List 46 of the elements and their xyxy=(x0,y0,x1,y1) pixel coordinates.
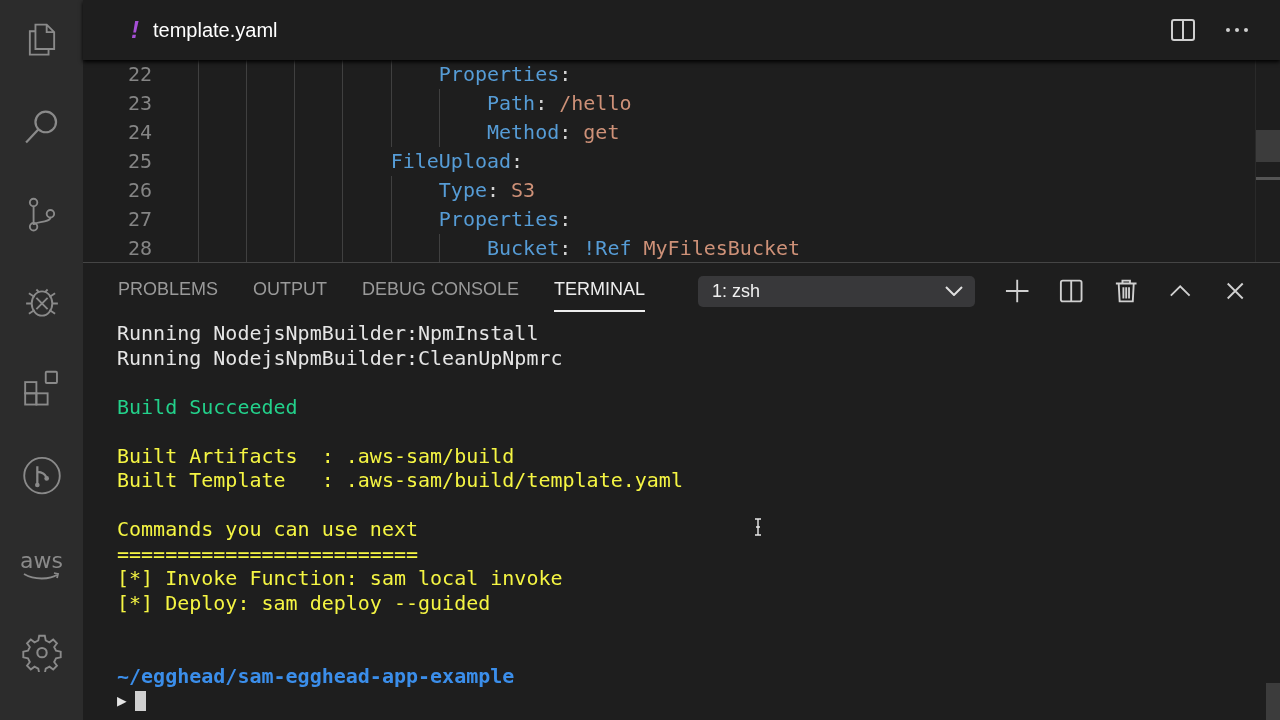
smile-arrow-icon xyxy=(21,571,62,580)
terminal-line: Running NodejsNpmBuilder:NpmInstall xyxy=(117,321,539,346)
terminal-line: Build Succeeded xyxy=(117,394,298,419)
split-editor-icon[interactable] xyxy=(1170,17,1196,43)
code-line: Path: /hello xyxy=(487,90,632,117)
terminal-cursor xyxy=(134,690,146,711)
terminal-line: Commands you can use next xyxy=(117,517,419,542)
panel-tab[interactable]: PROBLEMS xyxy=(118,270,219,312)
line-number: 25 xyxy=(126,148,152,175)
prompt-path: ~/egghead/sam-egghead-app-example xyxy=(117,664,515,689)
terminal-select[interactable]: 1: zsh xyxy=(698,275,975,307)
panel-tab[interactable]: TERMINAL xyxy=(554,270,646,312)
split-terminal-icon[interactable] xyxy=(1059,278,1084,304)
line-number: 26 xyxy=(126,177,152,204)
yaml-file-icon: ! xyxy=(131,16,139,44)
line-number: 28 xyxy=(126,235,152,262)
add-icon[interactable] xyxy=(1004,278,1030,304)
editor-tab[interactable]: template.yaml xyxy=(153,18,278,42)
text-cursor-icon xyxy=(754,518,762,536)
code-line: Properties: xyxy=(438,61,572,88)
terminal-line: ========================= xyxy=(117,541,419,566)
line-number: 22 xyxy=(126,61,152,88)
code-line: FileUpload: xyxy=(390,148,524,175)
panel-tab[interactable]: DEBUG CONSOLE xyxy=(362,270,520,312)
terminal-line: [*] Deploy: sam deploy --guided xyxy=(117,590,491,615)
aws-logo-text[interactable]: aws xyxy=(20,549,63,572)
line-number: 27 xyxy=(126,206,152,233)
terminal-line: Running NodejsNpmBuilder:CleanUpNpmrc xyxy=(117,345,563,370)
code-line: Bucket: !Ref MyFilesBucket xyxy=(487,235,801,262)
code-line: Method: get xyxy=(487,119,620,146)
panel-tab[interactable]: OUTPUT xyxy=(253,270,328,312)
code-line: Properties: xyxy=(438,206,572,233)
settings-icon[interactable] xyxy=(20,632,63,672)
chevron-down-icon xyxy=(944,286,963,296)
trash-icon[interactable] xyxy=(1113,278,1139,304)
terminal-line: [*] Invoke Function: sam local invoke xyxy=(117,566,563,591)
terminal-line: Built Artifacts : .aws-sam/build xyxy=(117,443,515,468)
terminal-line: Built Template : .aws-sam/build/template.yaml xyxy=(117,468,683,493)
line-number: 24 xyxy=(126,119,152,146)
cursor-position-marker xyxy=(1256,177,1280,180)
prompt-arrow-icon: ▶ xyxy=(117,691,127,711)
scrollbar-thumb[interactable] xyxy=(1266,683,1280,720)
code-line: Type: S3 xyxy=(438,177,536,204)
branch-circle-icon[interactable] xyxy=(20,456,63,496)
line-number: 23 xyxy=(126,90,152,117)
scrollbar-thumb[interactable] xyxy=(1256,130,1280,162)
